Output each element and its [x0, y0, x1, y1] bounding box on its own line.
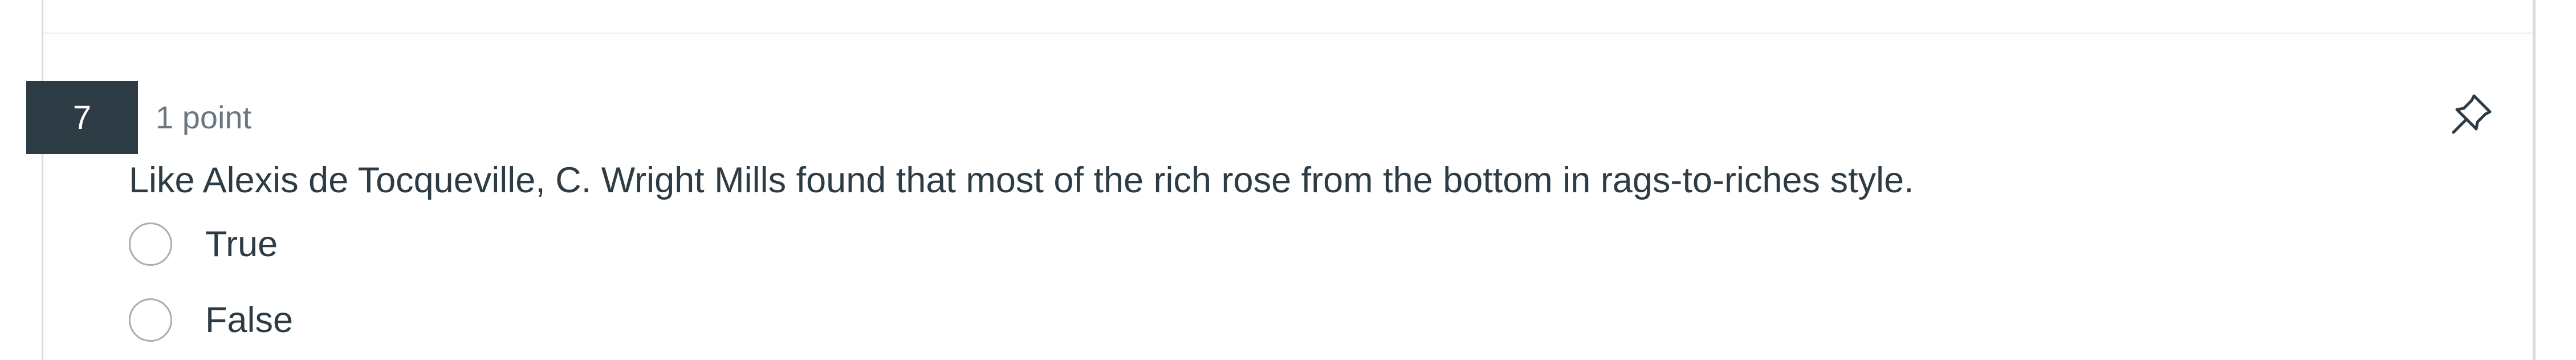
pushpin-icon-graphic	[2452, 94, 2492, 134]
card-right-border	[2533, 0, 2536, 360]
radio-button-true[interactable]	[129, 223, 172, 266]
radio-button-false[interactable]	[129, 298, 172, 342]
answer-option-false[interactable]: False	[129, 298, 293, 342]
question-number-badge: 7	[26, 81, 138, 154]
answer-option-true[interactable]: True	[129, 223, 278, 266]
answer-label-true: True	[205, 224, 278, 264]
question-text: Like Alexis de Tocqueville, C. Wright Mi…	[129, 160, 1914, 200]
previous-question-divider	[43, 33, 2533, 34]
answer-label-false: False	[205, 300, 294, 340]
pushpin-icon[interactable]	[2449, 91, 2494, 137]
question-points: 1 point	[156, 99, 252, 135]
card-left-border	[42, 0, 43, 360]
question-number: 7	[72, 99, 92, 136]
